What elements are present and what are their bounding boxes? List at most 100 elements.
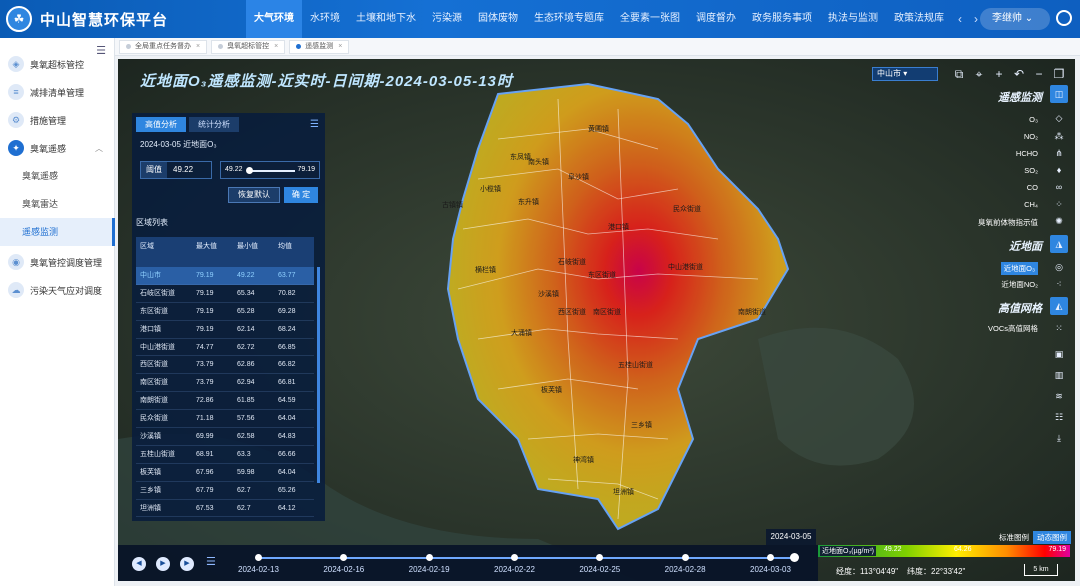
tab-ozone-exceed[interactable]: 臭氧超标管控 × <box>211 39 286 54</box>
timeline-tick[interactable] <box>767 554 774 561</box>
layer-item-vocs-grid[interactable]: VOCs高值网格 <box>988 323 1038 334</box>
tab-key-tasks[interactable]: 全局重点任务督办 × <box>119 39 208 54</box>
close-icon[interactable]: × <box>274 40 278 54</box>
layer-item-co[interactable]: CO <box>1027 183 1038 192</box>
sidebar-subitem-remote-monitoring[interactable]: 遥感监测 <box>0 218 115 246</box>
table-row[interactable]: 五桂山街道 68.91 63.3 66.66 <box>136 446 314 464</box>
reset-button[interactable]: 恢复默认 <box>228 187 280 203</box>
threshold-field[interactable]: 阈值 49.22 <box>140 161 212 179</box>
layer-item-surface-no2[interactable]: 近地面NO₂ <box>1001 279 1038 290</box>
map-view[interactable]: 黄圃镇 南头镇 东凤镇 阜沙镇 小榄镇 东升镇 古镇镇 横栏镇 港口镇 民众街道… <box>118 59 1075 581</box>
tab-high-value[interactable]: 高值分析 <box>136 117 186 132</box>
sidebar-item-ozone-exceed[interactable]: ◈ 臭氧超标管控 <box>0 50 115 78</box>
grid-layer-icon[interactable]: ◭ <box>1050 297 1068 315</box>
window-icon[interactable]: ❐ <box>1050 65 1068 83</box>
legend-mode-standard[interactable]: 标准图例 <box>995 531 1033 544</box>
sidebar-subitem-ozone-remote[interactable]: 臭氧遥感 <box>0 162 115 190</box>
column-header-mean[interactable]: 均值 <box>274 237 314 267</box>
so2-icon[interactable]: ♦ <box>1050 161 1068 179</box>
timeline-tick[interactable] <box>511 554 518 561</box>
table-row[interactable]: 坦洲镇 67.53 62.7 64.12 <box>136 500 314 518</box>
timeline-tick[interactable] <box>425 554 433 561</box>
layers-icon[interactable]: ☷ <box>1050 408 1068 426</box>
undo-icon[interactable]: ↶ <box>1010 65 1028 83</box>
threshold-value[interactable]: 49.22 <box>167 162 193 178</box>
nav-item-eco-topic[interactable]: 生态环境专题库 <box>526 0 612 38</box>
table-row[interactable]: 西区街道 73.79 62.86 66.82 <box>136 356 314 375</box>
sidebar-item-weather-response[interactable]: ☁ 污染天气应对调度 <box>0 276 115 304</box>
table-row[interactable]: 中山市 79.19 49.22 63.77 <box>136 267 314 285</box>
column-header-min[interactable]: 最小值 <box>233 237 274 267</box>
zoom-in-icon[interactable]: + <box>990 65 1008 83</box>
tab-remote-monitoring[interactable]: 遥感监测 × <box>289 39 350 54</box>
table-row[interactable]: 中山港街道 74.77 62.72 66.85 <box>136 339 314 357</box>
nav-item-soil[interactable]: 土壤和地下水 <box>348 0 424 38</box>
nav-item-dispatch[interactable]: 调度督办 <box>688 0 744 38</box>
list-icon[interactable]: ☰ <box>206 555 216 568</box>
o3-icon[interactable]: ◇ <box>1050 109 1068 127</box>
previous-icon[interactable]: ◀ <box>132 557 146 571</box>
sidebar-item-ozone-dispatch[interactable]: ◉ 臭氧管控调度管理 <box>0 248 115 276</box>
timeline-track[interactable] <box>258 557 794 559</box>
power-icon[interactable] <box>1056 10 1072 26</box>
close-icon[interactable]: × <box>196 40 200 54</box>
nav-item-pollution-source[interactable]: 污染源 <box>424 0 470 38</box>
sidebar-item-measures[interactable]: ⚙ 措施管理 <box>0 106 115 134</box>
table-row[interactable]: 港口镇 79.19 62.14 68.24 <box>136 321 314 339</box>
chevron-right-icon[interactable]: › <box>974 12 978 26</box>
tab-statistics[interactable]: 统计分析 <box>189 117 239 132</box>
minus-icon[interactable]: − <box>1030 65 1048 83</box>
timeline-current-handle[interactable] <box>790 553 799 562</box>
image-icon[interactable]: ▣ <box>1050 345 1068 363</box>
column-header-max[interactable]: 最大值 <box>192 237 233 267</box>
table-row[interactable]: 南朗街道 72.86 61.85 64.59 <box>136 392 314 411</box>
table-row[interactable]: 石岐区街道 79.19 65.34 70.82 <box>136 285 314 303</box>
timeline-tick[interactable] <box>255 554 262 561</box>
table-row[interactable]: 民众街道 71.18 57.56 64.04 <box>136 410 314 429</box>
chevron-left-icon[interactable]: ‹ <box>958 12 962 26</box>
table-row[interactable]: 三乡镇 67.79 62.7 65.26 <box>136 482 314 500</box>
layer-item-ch4[interactable]: CH₄ <box>1024 200 1038 209</box>
layers-tool-icon[interactable]: ⧉ <box>950 65 968 83</box>
download-icon[interactable]: ⤓ <box>1050 429 1068 447</box>
table-row[interactable]: 板芙镇 67.96 59.98 64.04 <box>136 464 314 482</box>
close-icon[interactable]: × <box>338 40 342 54</box>
bar-chart-icon[interactable]: ▥ <box>1050 366 1068 384</box>
scrollbar[interactable] <box>317 267 320 483</box>
layer-item-precursor[interactable]: 臭氧前体物指示值 <box>978 217 1038 228</box>
play-icon[interactable]: ▶ <box>156 557 170 571</box>
nav-item-enforcement[interactable]: 执法与监测 <box>820 0 886 38</box>
layer-item-so2[interactable]: SO₂ <box>1024 166 1038 175</box>
panel-menu-icon[interactable]: ☰ <box>310 119 319 130</box>
column-header-region[interactable]: 区域 <box>136 237 192 267</box>
threshold-slider[interactable]: 49.22 79.19 <box>220 161 320 179</box>
surface-no2-icon[interactable]: ⁖ <box>1050 275 1068 293</box>
ch4-icon[interactable]: ⁘ <box>1050 195 1068 213</box>
layer-item-no2[interactable]: NO₂ <box>1024 132 1038 141</box>
sidebar-item-reduction-list[interactable]: ≡ 减排清单管理 <box>0 78 115 106</box>
precursor-icon[interactable]: ✺ <box>1050 212 1068 230</box>
layer-item-o3[interactable]: O₃ <box>1029 115 1038 124</box>
timeline-tick[interactable] <box>596 554 604 561</box>
user-menu[interactable]: 李继帅 ⌄ <box>980 8 1050 30</box>
city-select[interactable]: 中山市 ▾ <box>872 67 938 81</box>
no2-icon[interactable]: ⁂ <box>1050 127 1068 145</box>
surface-o3-icon[interactable]: ◎ <box>1050 258 1068 276</box>
table-row[interactable]: 沙溪镇 69.99 62.58 64.83 <box>136 428 314 446</box>
nav-item-gov-services[interactable]: 政务服务事项 <box>744 0 820 38</box>
layer-item-surface-o3[interactable]: 近地面O₃ <box>1000 262 1038 275</box>
legend-mode-dynamic[interactable]: 动态图例 <box>1033 531 1071 544</box>
surface-layer-icon[interactable]: ◮ <box>1050 235 1068 253</box>
layer-item-hcho[interactable]: HCHO <box>1016 149 1038 158</box>
vocs-grid-icon[interactable]: ⁙ <box>1050 319 1068 337</box>
table-row[interactable]: 东区街道 79.19 65.28 69.28 <box>136 303 314 321</box>
table-row[interactable]: 南区街道 73.79 62.94 66.81 <box>136 374 314 393</box>
next-icon[interactable]: ▶ <box>180 557 194 571</box>
sidebar-subitem-ozone-radar[interactable]: 臭氧雷达 <box>0 190 115 218</box>
co-icon[interactable]: ∞ <box>1050 178 1068 196</box>
timeline-tick[interactable] <box>340 554 348 561</box>
nav-item-policy[interactable]: 政策法规库 <box>886 0 952 38</box>
sidebar-item-ozone-remote[interactable]: ✦ 臭氧遥感 ︿ <box>0 134 115 162</box>
nav-item-one-map[interactable]: 全要素一张图 <box>612 0 688 38</box>
measure-tool-icon[interactable]: ⌖ <box>970 65 988 83</box>
